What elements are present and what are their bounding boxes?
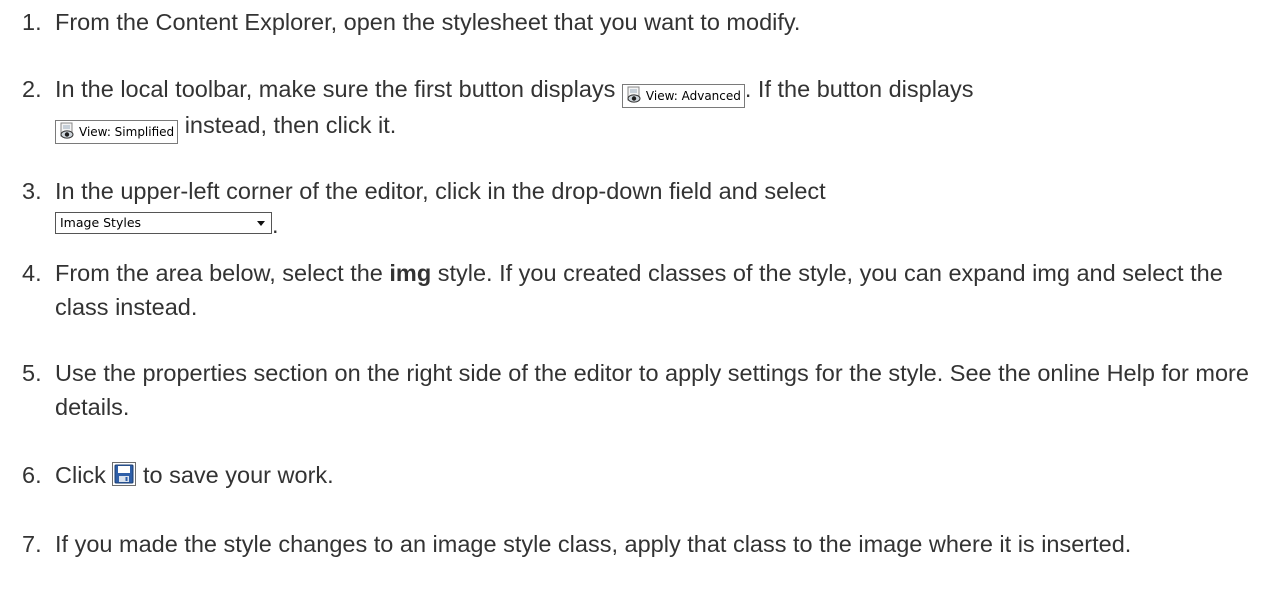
dropdown-arrow-icon [257,221,265,226]
dropdown-value: Image Styles [60,215,142,230]
style-type-dropdown: Image Styles [55,212,272,234]
step-text: Use the properties section on the right … [55,360,1249,420]
step-number: 3. [22,178,42,204]
img-style-term: img [389,260,432,286]
step-text: . [272,212,279,238]
step-text: to save your work. [142,462,334,488]
step-text: From the area below, select the [55,260,383,286]
step-body: Click to save your work. [55,458,1264,492]
step-body: From the area below, select the img styl… [55,256,1264,324]
step-text: If you made the style changes to an imag… [55,531,1132,557]
view-simplified-button: View: Simplified [55,120,179,144]
view-eye-icon [627,86,641,103]
step-text: From the Content Explorer, open the styl… [55,9,801,35]
step-text: In the upper-left corner of the editor, … [55,178,826,204]
button-label: View: Simplified [79,125,175,139]
view-advanced-button: View: Advanced [621,84,745,108]
step-number: 4. [22,260,42,286]
step-body: In the upper-left corner of the editor, … [55,174,1264,242]
step-body: In the local toolbar, make sure the firs… [55,72,1264,144]
button-label: View: Advanced [645,89,741,103]
step-text: instead, then click it. [184,112,397,138]
step-number: 5. [22,360,42,386]
step-number: 1. [22,9,42,35]
step-text: Click [55,462,106,488]
step-text: . If the button displays [744,76,974,102]
save-icon [112,462,137,486]
step-text: In the local toolbar, make sure the firs… [55,76,616,102]
view-eye-icon [60,122,74,139]
step-number: 2. [22,76,42,102]
step-number: 6. [22,462,42,488]
step-number: 7. [22,531,42,557]
